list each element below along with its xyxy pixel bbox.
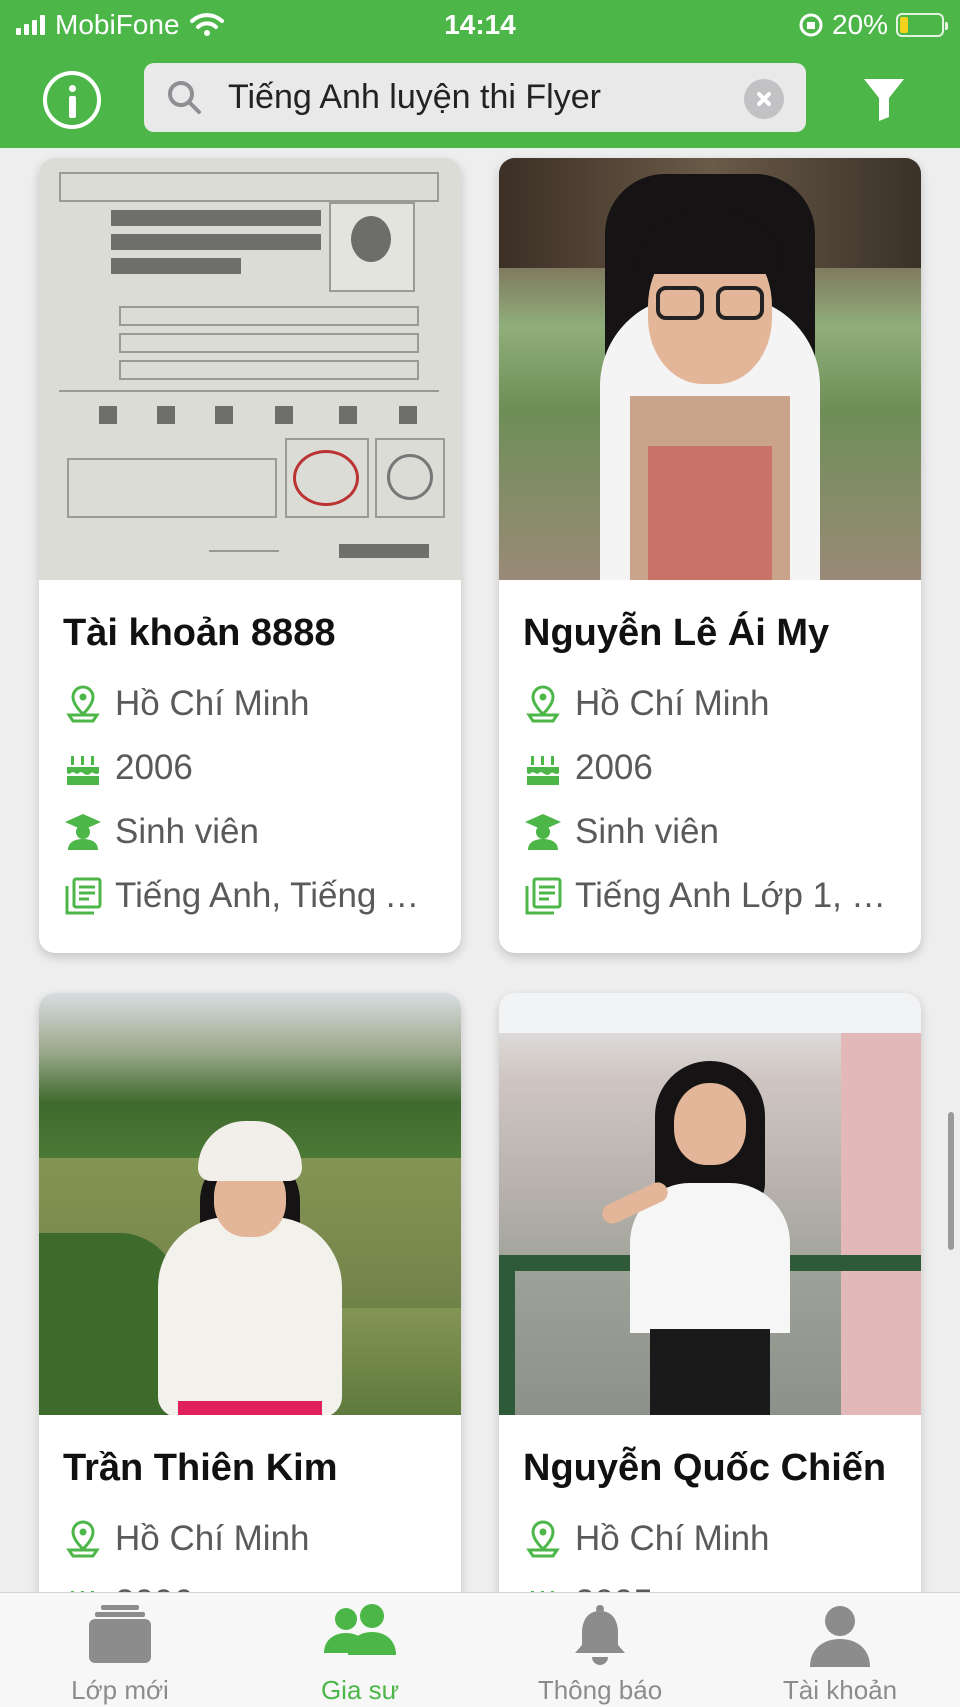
tab-label: Tài khoản	[782, 1675, 898, 1705]
search-input[interactable]: Tiếng Anh luyện thi Flyer	[228, 78, 601, 117]
tutor-name: Trần Thiên Kim	[63, 1447, 338, 1489]
clear-search-button[interactable]	[744, 79, 784, 119]
graduate-icon	[525, 814, 561, 850]
tab-label: Thông báo	[537, 1675, 663, 1705]
tutor-photo	[499, 158, 921, 580]
location-pin-icon	[66, 1520, 100, 1558]
bell-icon	[575, 1605, 625, 1665]
location-pin-icon	[66, 685, 100, 723]
tutor-photo	[39, 158, 461, 580]
tab-lop-moi[interactable]: Lớp mới	[0, 1593, 240, 1707]
status-bar: MobiFone 14:14 20%	[0, 0, 960, 50]
subjects-list-icon	[65, 877, 102, 915]
users-icon	[324, 1604, 396, 1655]
tutor-location: Hồ Chí Minh	[63, 1507, 437, 1571]
user-icon	[810, 1606, 870, 1667]
tutor-birth-year: 2006	[523, 736, 897, 800]
search-bar[interactable]: Tiếng Anh luyện thi Flyer	[144, 63, 806, 132]
tutor-subjects: Tiếng Anh, Tiếng Anh Lớp 1,...	[63, 864, 437, 928]
tab-label: Gia sư	[320, 1675, 400, 1705]
birthday-cake-icon	[67, 756, 99, 785]
orientation-lock-icon	[799, 13, 823, 37]
tutor-occupation: Sinh viên	[523, 800, 897, 864]
tab-tai-khoan[interactable]: Tài khoản	[720, 1593, 960, 1707]
tutor-name: Nguyễn Lê Ái My	[523, 612, 830, 654]
tab-gia-su[interactable]: Gia sư	[240, 1593, 480, 1707]
folder-icon	[89, 1605, 151, 1663]
birthday-cake-icon	[531, 1591, 554, 1592]
location-pin-icon	[526, 1520, 560, 1558]
tutor-list[interactable]: Tài khoản 8888 Hồ Chí Minh 2006 Sinh viê…	[0, 148, 960, 1592]
tutor-photo	[499, 993, 921, 1415]
tutor-location: Hồ Chí Minh	[523, 1507, 897, 1571]
bottom-tab-bar: Lớp mới Gia sư Thông báo Tài khoản	[0, 1592, 960, 1707]
tutor-name: Nguyễn Quốc Chiến	[523, 1447, 887, 1489]
tab-thong-bao[interactable]: Thông báo	[480, 1593, 720, 1707]
tab-label: Lớp mới	[71, 1675, 169, 1705]
graduate-icon	[65, 814, 101, 850]
subjects-list-icon	[525, 877, 562, 915]
tutor-occupation: Sinh viên	[63, 800, 437, 864]
filter-icon[interactable]	[862, 76, 906, 122]
tutor-name: Tài khoản 8888	[63, 612, 336, 654]
battery-percent: 20%	[831, 9, 888, 40]
battery-icon	[896, 13, 948, 37]
birthday-cake-icon	[71, 1591, 94, 1592]
tutor-card[interactable]: Nguyễn Quốc Chiến Hồ Chí Minh 2005	[499, 993, 921, 1592]
info-icon	[69, 85, 76, 92]
tutor-birth-year: 2006	[63, 736, 437, 800]
tutor-location: Hồ Chí Minh	[523, 672, 897, 736]
search-icon	[168, 81, 201, 114]
tutor-birth-year: 2005	[523, 1571, 897, 1592]
tutor-location: Hồ Chí Minh	[63, 672, 437, 736]
scroll-indicator[interactable]	[948, 1112, 954, 1250]
location-pin-icon	[526, 685, 560, 723]
birthday-cake-icon	[527, 756, 559, 785]
tutor-card[interactable]: Trần Thiên Kim Hồ Chí Minh 2006	[39, 993, 461, 1592]
tutor-photo	[39, 993, 461, 1415]
top-header: MobiFone 14:14 20% Tiếng Anh luyện thi F…	[0, 0, 960, 148]
info-button[interactable]	[43, 71, 101, 129]
tutor-card[interactable]: Nguyễn Lê Ái My Hồ Chí Minh 2006 Sinh vi…	[499, 158, 921, 953]
tutor-card[interactable]: Tài khoản 8888 Hồ Chí Minh 2006 Sinh viê…	[39, 158, 461, 953]
tutor-subjects: Tiếng Anh Lớp 1, Tiếng Anh Lớp 2,...	[523, 864, 897, 928]
tutor-birth-year: 2006	[63, 1571, 437, 1592]
